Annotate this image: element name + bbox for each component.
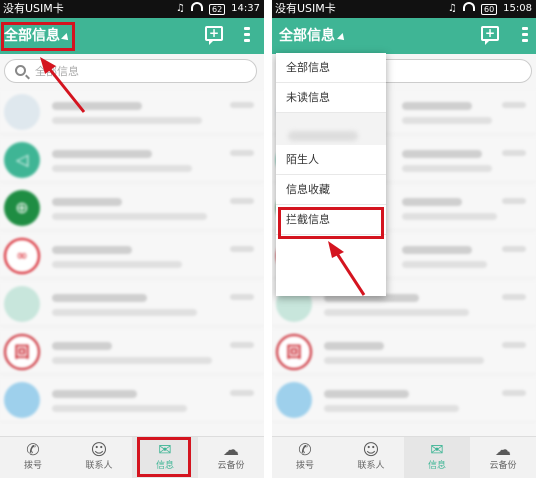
nav-messages[interactable]: ✉ 信息	[404, 437, 470, 478]
messages-icon: ✉	[430, 440, 444, 459]
cloud-icon: ☁	[495, 440, 511, 459]
panel-divider	[264, 0, 272, 478]
contacts-icon: ☺	[362, 440, 380, 459]
screen-filter-menu: 没有USIM卡 ♫ 60 15:08 全部信息 + 回 全部信息 未读信息 陌生…	[272, 0, 536, 478]
bottom-nav: ✆ 拨号 ☺ 联系人 ✉ 信息 ☁ 云备份	[272, 436, 536, 478]
arrow-pointer	[328, 241, 366, 296]
nav-cloud-backup[interactable]: ☁ 云备份	[470, 437, 536, 478]
arrow-pointer	[40, 57, 86, 113]
phone-icon: ✆	[298, 440, 312, 459]
screen-all-messages: 没有USIM卡 ♫ 62 14:37 全部信息 + ◁ ⊕	[0, 0, 264, 478]
nav-contacts[interactable]: ☺ 联系人	[338, 437, 404, 478]
nav-dialer[interactable]: ✆ 拨号	[272, 437, 338, 478]
